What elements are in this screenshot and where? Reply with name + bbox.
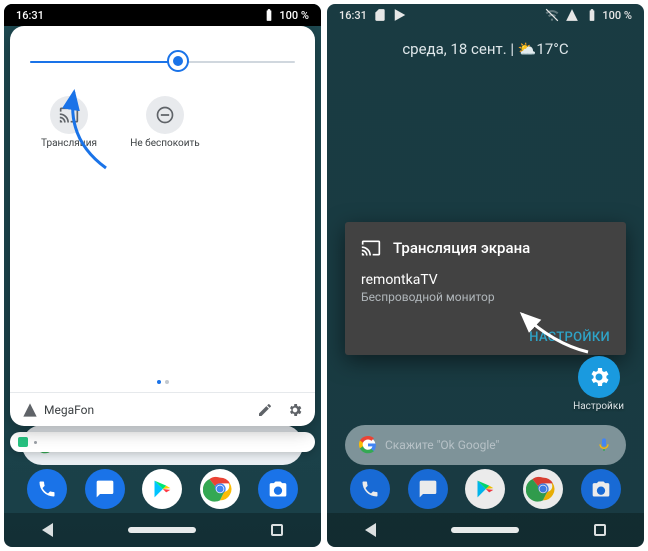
shade-footer: MegaFon — [10, 392, 315, 426]
tile-cast-label: Трансляция — [41, 138, 97, 149]
cast-dialog: Трансляция экрана remontkaTV Беспроводно… — [345, 222, 626, 355]
google-logo-icon — [359, 436, 377, 454]
app-phone[interactable] — [27, 469, 67, 509]
phone-left: 16:31 100 % Скажите "Ok Google" — [4, 4, 321, 547]
status-bar: 16:31 100 % — [4, 4, 321, 26]
notification-peek[interactable] — [10, 432, 315, 452]
app-camera[interactable] — [258, 469, 298, 509]
battery-icon — [262, 8, 276, 22]
signal-icon — [565, 8, 579, 22]
carrier-name: MegaFon — [44, 403, 94, 417]
edit-icon[interactable] — [257, 402, 273, 418]
gear-icon — [587, 365, 611, 389]
cast-device-name: remontkaTV — [361, 272, 610, 288]
app-chrome[interactable] — [523, 469, 563, 509]
tile-dnd[interactable]: Не беспокоить — [130, 96, 200, 149]
status-battery: 100 % — [262, 8, 309, 22]
quick-settings-shade: Трансляция Не беспокоить MegaFon — [10, 26, 315, 417]
search-hint: Скажите "Ok Google" — [385, 438, 499, 452]
nav-recent[interactable] — [271, 524, 283, 536]
settings-shortcut[interactable]: Настройки — [573, 356, 624, 412]
gear-icon[interactable] — [287, 402, 303, 418]
app-dock — [327, 469, 644, 509]
app-dock — [4, 469, 321, 509]
cast-dialog-title: Трансляция экрана — [393, 239, 530, 257]
status-battery: 100 % — [585, 8, 632, 22]
cast-icon — [361, 238, 381, 258]
status-bar: 16:31 100 % — [327, 4, 644, 26]
play-icon — [393, 8, 407, 22]
app-camera[interactable] — [581, 469, 621, 509]
nav-back[interactable] — [365, 523, 376, 537]
cast-device[interactable]: remontkaTV Беспроводной монитор — [361, 272, 610, 304]
nav-back[interactable] — [42, 523, 53, 537]
brightness-thumb[interactable] — [167, 50, 189, 72]
tile-cast[interactable]: Трансляция — [34, 96, 104, 149]
wifi-off-icon — [545, 8, 559, 22]
app-playstore[interactable] — [142, 469, 182, 509]
app-messages[interactable] — [408, 469, 448, 509]
phone-right: 16:31 100 % среда, 18 сент. | ⛅17°C Тран… — [327, 4, 644, 547]
nav-recent[interactable] — [594, 524, 606, 536]
app-phone[interactable] — [350, 469, 390, 509]
brightness-slider[interactable] — [30, 50, 295, 74]
home-date-weather[interactable]: среда, 18 сент. | ⛅17°C — [327, 40, 644, 58]
app-chrome[interactable] — [200, 469, 240, 509]
quick-settings-panel: Трансляция Не беспокоить MegaFon — [10, 26, 315, 426]
nav-bar — [4, 513, 321, 547]
sd-icon — [373, 8, 387, 22]
cast-settings-link[interactable]: НАСТРОЙКИ — [529, 330, 610, 345]
settings-shortcut-label: Настройки — [573, 401, 624, 412]
signal-icon — [22, 402, 38, 418]
cast-icon — [59, 105, 79, 125]
page-dots — [10, 380, 315, 384]
tile-dnd-label: Не беспокоить — [130, 138, 199, 149]
cast-device-type: Беспроводной монитор — [361, 290, 610, 304]
app-messages[interactable] — [85, 469, 125, 509]
dnd-icon — [155, 105, 175, 125]
nav-bar — [327, 513, 644, 547]
nav-home[interactable] — [128, 527, 196, 533]
notif-app-icon — [18, 437, 28, 447]
status-time: 16:31 — [339, 9, 367, 22]
app-playstore[interactable] — [465, 469, 505, 509]
search-bar[interactable]: Скажите "Ok Google" — [345, 425, 626, 465]
status-time: 16:31 — [16, 9, 44, 22]
mic-icon — [596, 437, 612, 453]
battery-icon — [585, 8, 599, 22]
nav-home[interactable] — [451, 527, 519, 533]
